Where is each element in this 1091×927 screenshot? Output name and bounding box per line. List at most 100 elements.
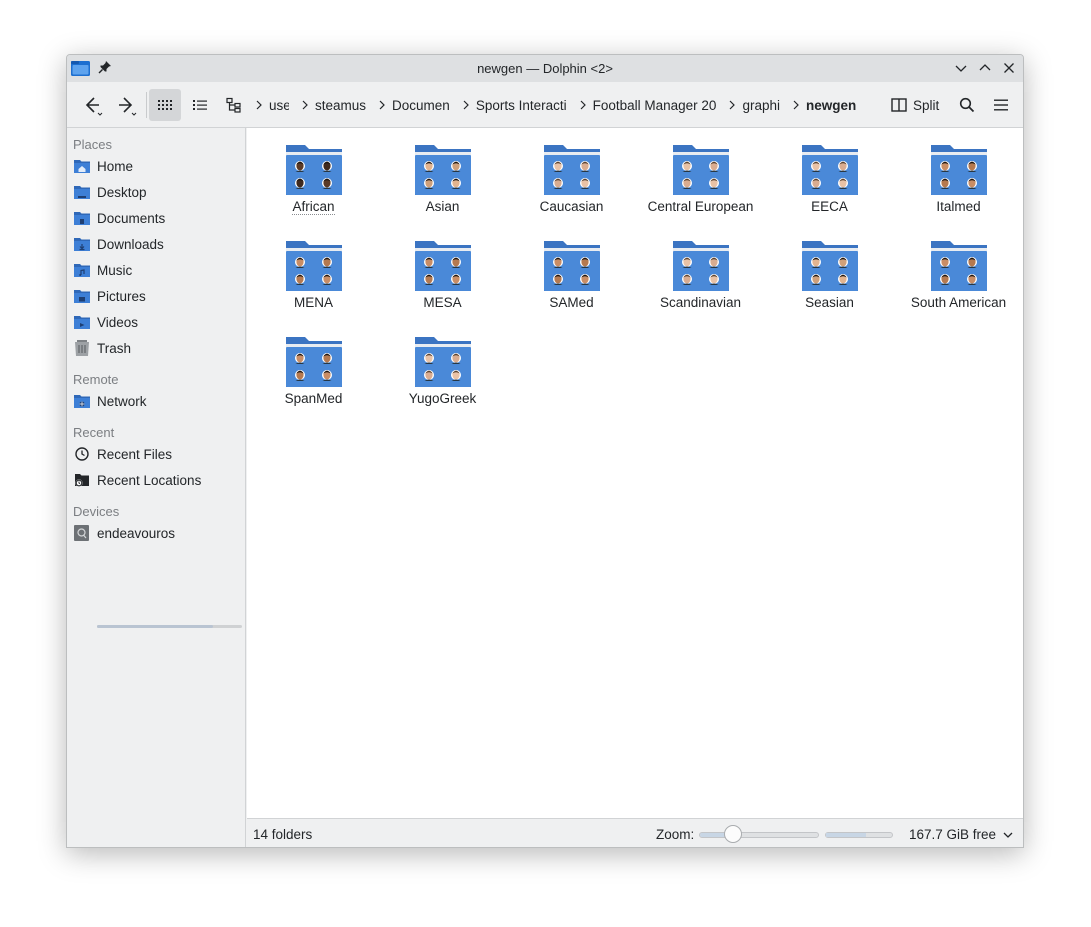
folder-thumbnail-icon bbox=[543, 145, 600, 195]
folder-item[interactable]: Italmed bbox=[894, 128, 1023, 218]
device-usage-bar bbox=[97, 625, 242, 628]
folder-item[interactable]: EECA bbox=[765, 128, 894, 218]
folder-item[interactable]: YugoGreek bbox=[378, 320, 507, 410]
folder-item[interactable]: Seasian bbox=[765, 224, 894, 314]
close-icon[interactable] bbox=[1001, 60, 1017, 76]
folder-item[interactable]: MESA bbox=[378, 224, 507, 314]
section-title-devices: Devices bbox=[73, 504, 120, 519]
sidebar-item-label: Recent Files bbox=[97, 446, 173, 462]
sidebar-item-label: Documents bbox=[97, 210, 166, 226]
folder-thumbnail-icon bbox=[414, 337, 471, 387]
folder-item[interactable]: South American bbox=[894, 224, 1023, 314]
file-view[interactable]: African Asian Caucasian Central European… bbox=[247, 128, 1023, 818]
breadcrumb-label: Sports Interacti bbox=[475, 97, 567, 113]
sidebar-item-recent-locations[interactable]: Recent Locations bbox=[73, 469, 201, 491]
folder-thumbnail-icon bbox=[543, 241, 600, 291]
breadcrumb-item[interactable]: Football Manager 20 bbox=[577, 98, 716, 113]
chevron-right-icon bbox=[379, 100, 385, 110]
sidebar-item-endeavouros[interactable]: endeavouros bbox=[73, 522, 175, 544]
breadcrumb-item[interactable]: Sports Interacti bbox=[460, 98, 567, 113]
folder-item[interactable]: Scandinavian bbox=[636, 224, 765, 314]
folder-thumbnail-icon bbox=[930, 241, 987, 291]
folder-label: SAMed bbox=[549, 295, 594, 310]
forward-button[interactable] bbox=[111, 89, 141, 121]
folder-label: MESA bbox=[423, 295, 462, 310]
tree-view-button[interactable] bbox=[218, 89, 250, 121]
videos-folder-icon bbox=[73, 314, 91, 330]
breadcrumb: use steamus Documen Sports Interacti Footbal… bbox=[253, 82, 866, 128]
drive-icon bbox=[73, 525, 91, 541]
folder-thumbnail-icon bbox=[801, 145, 858, 195]
folder-label: EECA bbox=[811, 199, 848, 214]
menu-button[interactable] bbox=[987, 89, 1015, 121]
breadcrumb-item[interactable]: use bbox=[253, 98, 289, 113]
breadcrumb-item[interactable]: graphi bbox=[726, 98, 780, 113]
folder-label: YugoGreek bbox=[408, 391, 477, 406]
sidebar-item-downloads[interactable]: Downloads bbox=[73, 233, 164, 255]
sidebar-item-desktop[interactable]: Desktop bbox=[73, 181, 147, 203]
folder-thumbnail-icon bbox=[414, 241, 471, 291]
sidebar-item-label: Home bbox=[97, 158, 134, 174]
folder-thumbnail-icon bbox=[672, 145, 729, 195]
folder-label: African bbox=[292, 199, 335, 215]
maximize-icon[interactable] bbox=[977, 60, 993, 76]
network-folder-icon bbox=[73, 393, 91, 409]
sidebar-item-documents[interactable]: Documents bbox=[73, 207, 165, 229]
folder-thumbnail-icon bbox=[285, 241, 342, 291]
home-folder-icon bbox=[73, 158, 91, 174]
sidebar-item-music[interactable]: Music bbox=[73, 259, 132, 281]
chevron-right-icon bbox=[463, 100, 469, 110]
search-button[interactable] bbox=[953, 89, 981, 121]
sidebar-item-network[interactable]: Network bbox=[73, 390, 147, 412]
breadcrumb-label: use bbox=[269, 97, 289, 113]
split-button[interactable]: Split bbox=[891, 89, 939, 121]
zoom-slider-handle[interactable] bbox=[724, 825, 742, 843]
folder-label: MENA bbox=[293, 295, 333, 310]
chevron-right-icon bbox=[580, 100, 586, 110]
sidebar-item-label: Network bbox=[97, 393, 147, 409]
item-count: 14 folders bbox=[253, 827, 313, 842]
folder-item[interactable]: African bbox=[249, 128, 378, 218]
icons-view-button[interactable] bbox=[149, 89, 181, 121]
section-title-recent: Recent bbox=[73, 425, 115, 440]
sidebar-item-trash[interactable]: Trash bbox=[73, 337, 131, 359]
breadcrumb-item[interactable]: steamus bbox=[299, 98, 366, 113]
folder-label: Central European bbox=[647, 199, 754, 214]
chevron-down-icon[interactable] bbox=[1002, 829, 1014, 841]
zoom-slider[interactable] bbox=[699, 832, 819, 838]
minimize-icon[interactable] bbox=[953, 60, 969, 76]
split-view-icon bbox=[891, 98, 907, 112]
sidebar-item-home[interactable]: Home bbox=[73, 155, 133, 177]
sidebar-item-pictures[interactable]: Pictures bbox=[73, 285, 146, 307]
folder-label: Seasian bbox=[805, 295, 854, 310]
chevron-right-icon bbox=[256, 100, 262, 110]
title-bar[interactable]: newgen — Dolphin <2> bbox=[67, 55, 1023, 82]
back-button[interactable] bbox=[77, 89, 107, 121]
folder-item[interactable]: Caucasian bbox=[507, 128, 636, 218]
window-title: newgen — Dolphin <2> bbox=[477, 61, 613, 76]
sidebar-item-videos[interactable]: Videos bbox=[73, 311, 138, 333]
folder-item[interactable]: SAMed bbox=[507, 224, 636, 314]
toolbar: use steamus Documen Sports Interacti Footbal… bbox=[67, 82, 1023, 128]
breadcrumb-item[interactable]: Documen bbox=[376, 98, 450, 113]
folder-item[interactable]: MENA bbox=[249, 224, 378, 314]
folder-label: Asian bbox=[425, 199, 460, 214]
downloads-folder-icon bbox=[73, 236, 91, 252]
pictures-folder-icon bbox=[73, 288, 91, 304]
sidebar-item-label: Trash bbox=[97, 340, 132, 356]
folder-item[interactable]: Asian bbox=[378, 128, 507, 218]
folder-label: Caucasian bbox=[539, 199, 604, 214]
breadcrumb-item[interactable]: newgen bbox=[790, 98, 856, 113]
forward-arrow-icon bbox=[119, 97, 137, 116]
free-space-label[interactable]: 167.7 GiB free bbox=[909, 827, 996, 842]
sidebar-item-label: Desktop bbox=[97, 184, 147, 200]
sidebar-item-recent-files[interactable]: Recent Files bbox=[73, 443, 172, 465]
folder-label: Italmed bbox=[936, 199, 981, 214]
desktop-folder-icon bbox=[73, 184, 91, 200]
hamburger-menu-icon bbox=[994, 99, 1008, 111]
folder-item[interactable]: SpanMed bbox=[249, 320, 378, 410]
folder-item[interactable]: Central European bbox=[636, 128, 765, 218]
section-title-remote: Remote bbox=[73, 372, 119, 387]
chevron-right-icon bbox=[730, 100, 736, 110]
details-view-button[interactable] bbox=[184, 89, 216, 121]
